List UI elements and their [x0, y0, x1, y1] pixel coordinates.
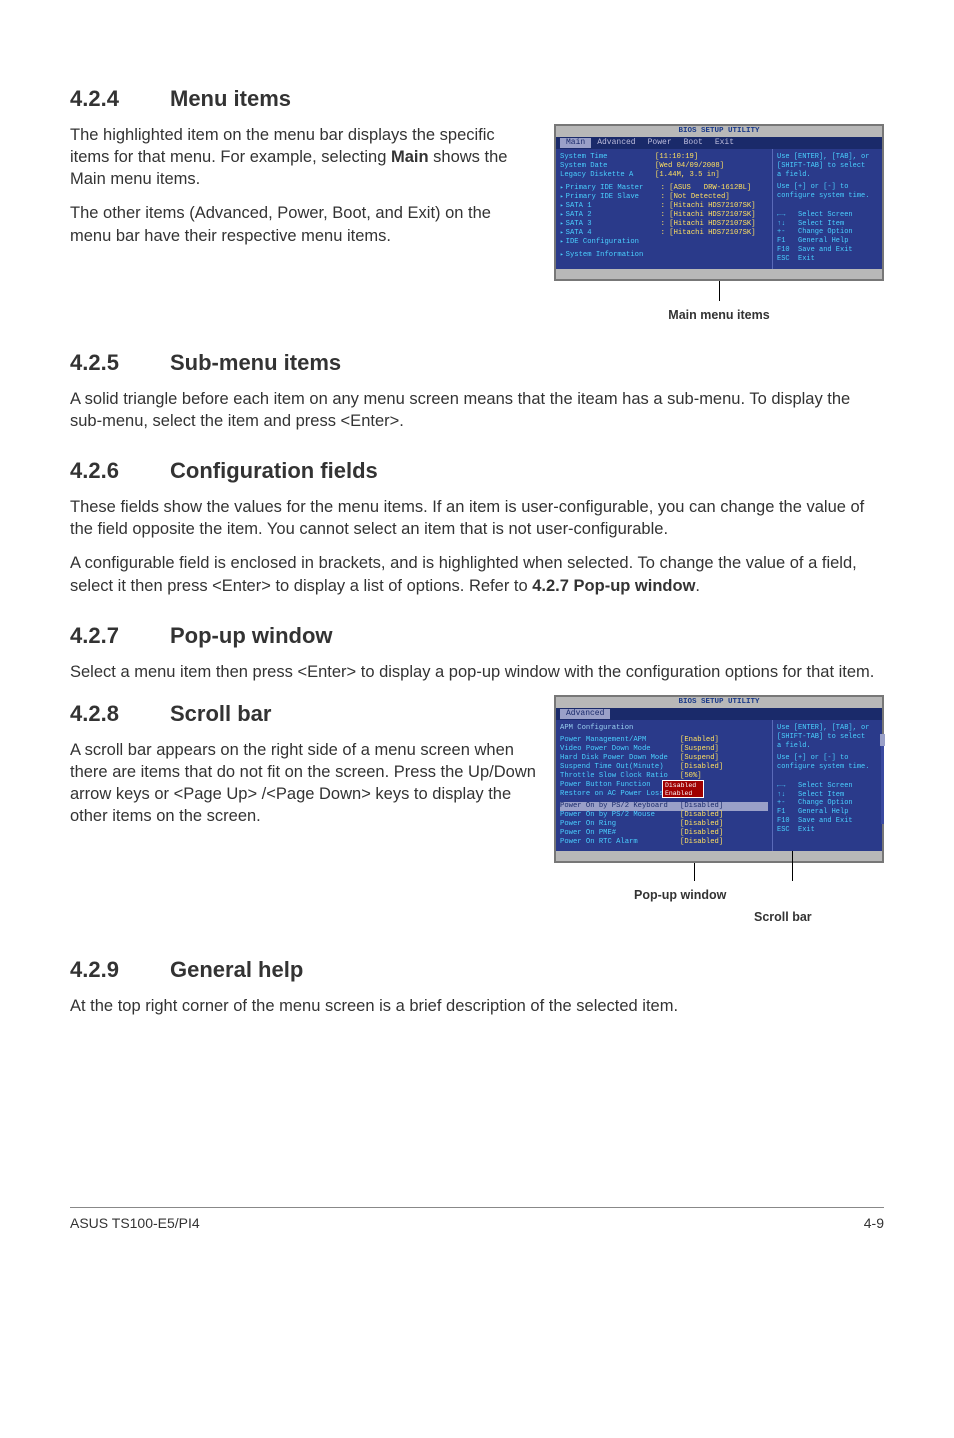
para-426-1: These fields show the values for the men… [70, 496, 884, 541]
bios-menubar: Main Advanced Power Boot Exit [556, 137, 882, 149]
para-424-2: The other items (Advanced, Power, Boot, … [70, 202, 536, 247]
para-428: A scroll bar appears on the right side o… [70, 739, 536, 828]
para-426-2: A configurable field is enclosed in brac… [70, 552, 884, 597]
bios-title: BIOS SETUP UTILITY [556, 126, 882, 137]
bios-main-screenshot: BIOS SETUP UTILITY Main Advanced Power B… [554, 124, 884, 281]
caption-popup: Pop-up window [634, 887, 726, 904]
tab-exit: Exit [709, 138, 740, 148]
heading-4-2-4: 4.2.4Menu items [70, 84, 884, 114]
caption-scrollbar: Scroll bar [754, 909, 812, 926]
bios2-menubar: Advanced [556, 708, 882, 720]
tab-boot: Boot [678, 138, 709, 148]
tab-power: Power [642, 138, 678, 148]
heading-title: Menu items [170, 86, 291, 111]
heading-4-2-7: 4.2.7Pop-up window [70, 621, 884, 651]
scrollbar-track-icon [881, 734, 884, 824]
bios-right-pane: Use [ENTER], [TAB], or [SHIFT-TAB] to se… [772, 149, 882, 269]
tab-advanced-sel: Advanced [560, 709, 610, 719]
tab-advanced: Advanced [591, 138, 641, 148]
popup-window-icon: Disabled Enabled [662, 780, 704, 798]
heading-num: 4.2.4 [70, 84, 170, 114]
caption-main-menu: Main menu items [554, 307, 884, 324]
scrollbar-thumb-icon [880, 734, 885, 746]
heading-4-2-6: 4.2.6Configuration fields [70, 456, 884, 486]
para-424-1: The highlighted item on the menu bar dis… [70, 124, 536, 191]
footer-left: ASUS TS100-E5/PI4 [70, 1214, 200, 1233]
page-footer: ASUS TS100-E5/PI4 4-9 [70, 1207, 884, 1233]
leader-line-icon [719, 281, 720, 301]
bios2-right-pane: Use [ENTER], [TAB], or [SHIFT-TAB] to se… [772, 720, 882, 851]
bios-left-pane: System Time[11:10:19] System Date[Wed 04… [556, 149, 772, 269]
para-425: A solid triangle before each item on any… [70, 388, 884, 433]
footer-right: 4-9 [864, 1214, 884, 1233]
leader-line-icon [694, 863, 695, 881]
heading-4-2-8: 4.2.8Scroll bar [70, 699, 536, 729]
heading-4-2-5: 4.2.5Sub-menu items [70, 348, 884, 378]
para-429: At the top right corner of the menu scre… [70, 995, 884, 1017]
tab-main: Main [560, 138, 591, 148]
bios-advanced-screenshot: BIOS SETUP UTILITY Advanced APM Configur… [554, 695, 884, 863]
para-427: Select a menu item then press <Enter> to… [70, 661, 884, 683]
heading-4-2-9: 4.2.9General help [70, 955, 884, 985]
leader-line-icon [792, 851, 793, 881]
